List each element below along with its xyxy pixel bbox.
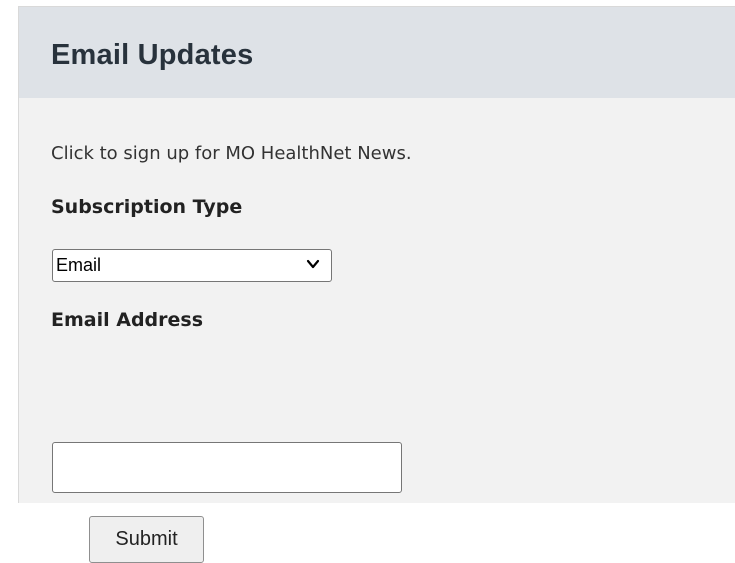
subscription-type-selected-value: Email [56,255,102,275]
chevron-down-icon [306,259,320,269]
email-field-wrapper [52,442,402,493]
subscription-type-label: Subscription Type [51,196,243,218]
email-field[interactable] [52,442,402,493]
email-address-label: Email Address [51,309,204,331]
subscription-type-select[interactable]: Email [52,249,332,282]
submit-button[interactable]: Submit [89,516,204,563]
intro-text: Click to sign up for MO HealthNet News. [51,143,412,164]
panel-header: Email Updates [19,7,735,98]
email-updates-panel: Email Updates Click to sign up for MO He… [18,6,735,563]
panel-title: Email Updates [51,39,254,71]
